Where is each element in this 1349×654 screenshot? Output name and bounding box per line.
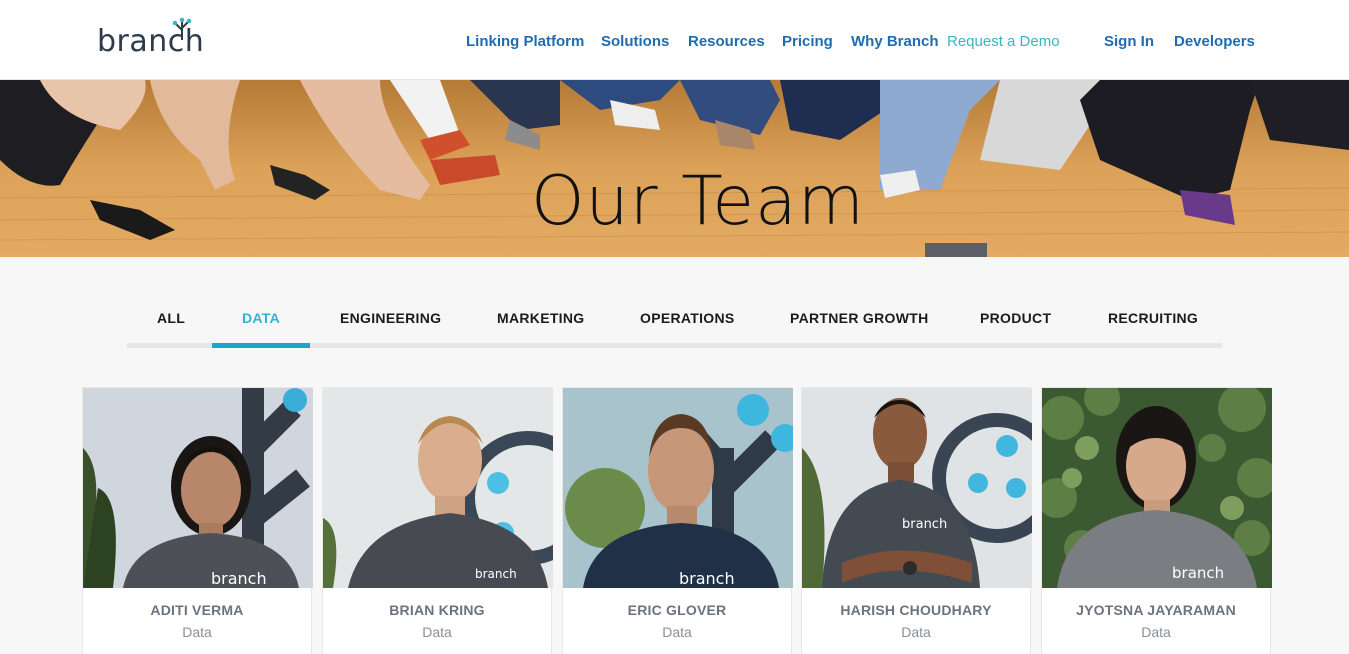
team-photo: branch bbox=[83, 388, 313, 588]
team-photo: branch bbox=[563, 388, 793, 588]
member-department: Data bbox=[422, 624, 452, 640]
shirt-logo: branch bbox=[679, 569, 735, 588]
member-department: Data bbox=[182, 624, 212, 640]
tab-product[interactable]: PRODUCT bbox=[980, 310, 1051, 326]
shirt-logo: branch bbox=[902, 517, 947, 532]
tab-all[interactable]: ALL bbox=[157, 310, 185, 326]
team-photo: branch bbox=[323, 388, 553, 588]
sign-in-link[interactable]: Sign In bbox=[1104, 33, 1154, 50]
site-header: branch Linking Platform Solutions Resour… bbox=[0, 0, 1349, 80]
team-photo: branch bbox=[802, 388, 1032, 588]
nav-pricing[interactable]: Pricing bbox=[782, 33, 833, 50]
branch-logo[interactable]: branch bbox=[97, 17, 204, 60]
team-card[interactable]: branch JYOTSNA JAYARAMAN Data bbox=[1041, 387, 1272, 654]
member-department: Data bbox=[1141, 624, 1171, 640]
nav-linking-platform[interactable]: Linking Platform bbox=[466, 33, 584, 50]
nav-resources[interactable]: Resources bbox=[688, 33, 765, 50]
member-name: ADITI VERMA bbox=[150, 602, 244, 618]
nav-why-branch[interactable]: Why Branch bbox=[851, 33, 939, 50]
team-card[interactable]: branch ADITI VERMA Data bbox=[82, 387, 313, 654]
member-name: ERIC GLOVER bbox=[627, 602, 727, 618]
member-name: BRIAN KRING bbox=[389, 602, 485, 618]
hero-banner: Our Team bbox=[0, 80, 1349, 257]
shirt-logo: branch bbox=[1172, 564, 1224, 582]
developers-link[interactable]: Developers bbox=[1174, 33, 1255, 50]
department-tabs: ALL DATA ENGINEERING MARKETING OPERATION… bbox=[127, 300, 1222, 348]
team-card[interactable]: branch BRIAN KRING Data bbox=[322, 387, 553, 654]
active-tab-indicator bbox=[212, 343, 310, 348]
tab-operations[interactable]: OPERATIONS bbox=[640, 310, 735, 326]
tab-marketing[interactable]: MARKETING bbox=[497, 310, 584, 326]
team-photo: branch bbox=[1042, 388, 1272, 588]
member-name: HARISH CHOUDHARY bbox=[840, 602, 992, 618]
member-name: JYOTSNA JAYARAMAN bbox=[1076, 602, 1236, 618]
request-demo-link[interactable]: Request a Demo bbox=[947, 33, 1060, 50]
sprout-icon bbox=[172, 17, 192, 40]
member-department: Data bbox=[901, 624, 931, 640]
team-card[interactable]: branch ERIC GLOVER Data bbox=[562, 387, 793, 654]
member-department: Data bbox=[662, 624, 692, 640]
tab-data[interactable]: DATA bbox=[242, 310, 280, 326]
tab-recruiting[interactable]: RECRUITING bbox=[1108, 310, 1198, 326]
tab-engineering[interactable]: ENGINEERING bbox=[340, 310, 441, 326]
page-title: Our Team bbox=[531, 162, 865, 241]
nav-solutions[interactable]: Solutions bbox=[601, 33, 669, 50]
shirt-logo: branch bbox=[211, 569, 267, 588]
shirt-logo: branch bbox=[475, 567, 517, 581]
team-card[interactable]: branch HARISH CHOUDHARY Data bbox=[801, 387, 1032, 654]
tab-partner-growth[interactable]: PARTNER GROWTH bbox=[790, 310, 929, 326]
